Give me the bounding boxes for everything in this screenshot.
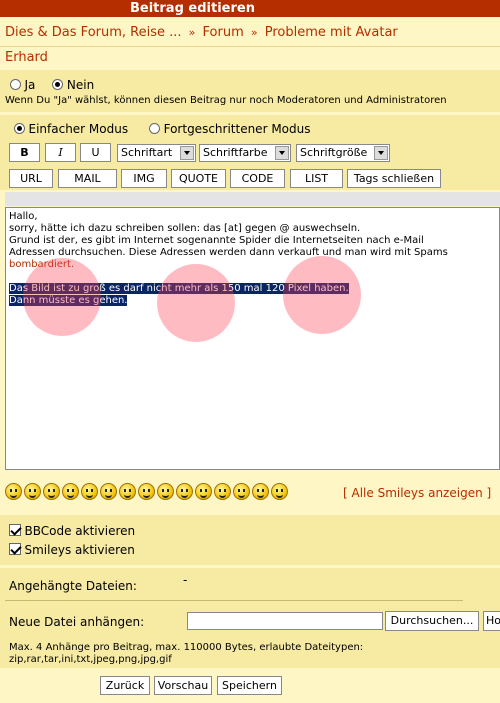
url-tag-button[interactable]: URL xyxy=(9,169,53,188)
code-tag-button[interactable]: CODE xyxy=(230,169,285,188)
breadcrumb-item-topic[interactable]: Probleme mit Avatar xyxy=(265,25,398,40)
smiley-rolleyes-icon[interactable] xyxy=(195,483,212,500)
bbcode-label: BBCode aktivieren xyxy=(24,524,136,538)
visibility-panel: Ja Nein Wenn Du "Ja" wählst, können dies… xyxy=(0,70,500,112)
message-line-selected: Das Bild ist zu groß es darf nicht mehr … xyxy=(9,283,349,294)
message-line-selected: Dann müsste es gehen. xyxy=(9,295,128,306)
editor-toolbar-panel: Einfacher Modus Fortgeschrittener Modus … xyxy=(0,115,500,190)
breadcrumb: Dies & Das Forum, Reise ... » Forum » Pr… xyxy=(0,17,500,47)
list-tag-button[interactable]: LIST xyxy=(290,169,343,188)
message-line: sorry, hätte ich dazu schreiben sollen: … xyxy=(9,223,361,234)
quote-tag-button[interactable]: QUOTE xyxy=(171,169,226,188)
textarea-header-strip xyxy=(5,192,500,206)
advanced-mode-label: Fortgeschrittener Modus xyxy=(163,122,311,136)
breadcrumb-item-forum[interactable]: Forum xyxy=(203,25,244,40)
new-attachment-label: Neue Datei anhängen: xyxy=(9,615,145,629)
smiley-eek-icon[interactable] xyxy=(138,483,155,500)
chevron-down-icon xyxy=(374,146,388,160)
smiley-bar xyxy=(5,483,290,500)
smileys-checkbox[interactable] xyxy=(9,543,21,555)
message-line: bombardiert. xyxy=(9,259,75,270)
font-select[interactable]: Schriftart xyxy=(117,144,196,162)
smiley-angry-icon[interactable] xyxy=(119,483,136,500)
img-tag-button[interactable]: IMG xyxy=(121,169,167,188)
smileys-label: Smileys aktivieren xyxy=(24,543,135,557)
italic-button[interactable]: I xyxy=(45,143,76,162)
chevron-down-icon xyxy=(275,146,289,160)
file-path-input[interactable] xyxy=(187,612,383,630)
font-select-value: Schriftart xyxy=(121,146,173,159)
visibility-yes-radio[interactable] xyxy=(10,79,21,90)
smiley-happy-icon[interactable] xyxy=(81,483,98,500)
smiley-laugh-icon[interactable] xyxy=(62,483,79,500)
visibility-options: Ja Nein xyxy=(10,78,94,92)
chevron-down-icon xyxy=(180,146,194,160)
visibility-no-label: Nein xyxy=(66,78,95,92)
options-panel: BBCode aktivieren Smileys aktivieren xyxy=(0,515,500,565)
breadcrumb-separator: » xyxy=(188,26,196,39)
close-tags-button[interactable]: Tags schließen xyxy=(347,169,441,188)
page-title: Beitrag editieren xyxy=(130,1,255,16)
bold-button[interactable]: B xyxy=(9,143,40,162)
size-select-value: Schriftgröße xyxy=(300,146,368,159)
attached-files-value: - xyxy=(183,573,188,587)
mail-tag-button[interactable]: MAIL xyxy=(58,169,117,188)
window-title-bar: Beitrag editieren xyxy=(0,0,500,17)
attachment-info-line1: Max. 4 Anhänge pro Beitrag, max. 110000 … xyxy=(9,642,364,653)
back-button[interactable]: Zurück xyxy=(100,676,150,695)
divider xyxy=(5,600,463,601)
smiley-wink-icon[interactable] xyxy=(214,483,231,500)
browse-button[interactable]: Durchsuchen... xyxy=(385,611,479,631)
smiley-cool-icon[interactable] xyxy=(176,483,193,500)
smiley-tongue-icon[interactable] xyxy=(233,483,250,500)
author-name: Erhard xyxy=(5,50,48,65)
attachment-info-line2: zip,rar,tar,ini,txt,jpeg,png,jpg,gif xyxy=(9,654,172,665)
smiley-smile2-icon[interactable] xyxy=(271,483,288,500)
simple-mode-label: Einfacher Modus xyxy=(28,122,129,136)
bbcode-option: BBCode aktivieren xyxy=(9,524,135,538)
breadcrumb-item-forum-category[interactable]: Dies & Das Forum, Reise ... xyxy=(5,25,182,40)
save-button[interactable]: Speichern xyxy=(217,676,282,695)
simple-mode-radio[interactable] xyxy=(14,123,25,134)
visibility-yes-label: Ja xyxy=(24,78,36,92)
underline-button[interactable]: U xyxy=(80,143,111,162)
smiley-shock-icon[interactable] xyxy=(252,483,269,500)
smileys-option: Smileys aktivieren xyxy=(9,543,135,557)
advanced-mode-radio[interactable] xyxy=(149,123,161,134)
smiley-sad-icon[interactable] xyxy=(100,483,117,500)
smiley-confused-icon[interactable] xyxy=(5,483,22,500)
message-line: Adressen durchsuchen. Diese Adressen wer… xyxy=(9,247,448,258)
smiley-grin-icon[interactable] xyxy=(43,483,60,500)
visibility-no-radio[interactable] xyxy=(52,79,64,90)
preview-button[interactable]: Vorschau xyxy=(154,676,212,695)
visibility-hint: Wenn Du "Ja" wählst, können diesen Beitr… xyxy=(5,95,447,106)
color-select[interactable]: Schriftfarbe xyxy=(199,144,291,162)
mode-options: Einfacher Modus Fortgeschrittener Modus xyxy=(14,122,311,136)
message-textarea[interactable]: Hallo, sorry, hätte ich dazu schreiben s… xyxy=(5,207,500,470)
message-line: Hallo, xyxy=(9,211,38,222)
smiley-smile-icon[interactable] xyxy=(24,483,41,500)
smiley-frown-icon[interactable] xyxy=(157,483,174,500)
bbcode-checkbox[interactable] xyxy=(9,524,21,536)
upload-button[interactable]: Ho xyxy=(483,611,500,631)
attached-files-label: Angehängte Dateien: xyxy=(9,579,137,593)
breadcrumb-separator: » xyxy=(250,26,258,39)
show-all-smileys-link[interactable]: [ Alle Smileys anzeigen ] xyxy=(343,486,491,500)
color-select-value: Schriftfarbe xyxy=(203,146,268,159)
size-select[interactable]: Schriftgröße xyxy=(296,144,390,162)
message-line: Grund ist der, es gibt im Internet sogen… xyxy=(9,235,424,246)
